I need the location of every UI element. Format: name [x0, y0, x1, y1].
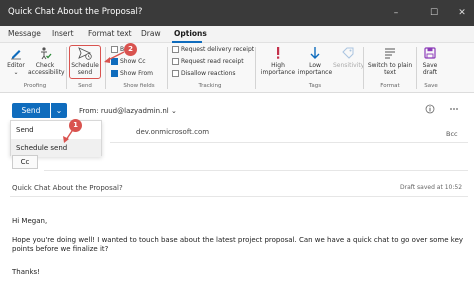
callout-badge-1: 1: [69, 119, 82, 132]
callout-badge-2: 2: [124, 43, 137, 56]
schedule-send-highlight: [69, 45, 101, 79]
